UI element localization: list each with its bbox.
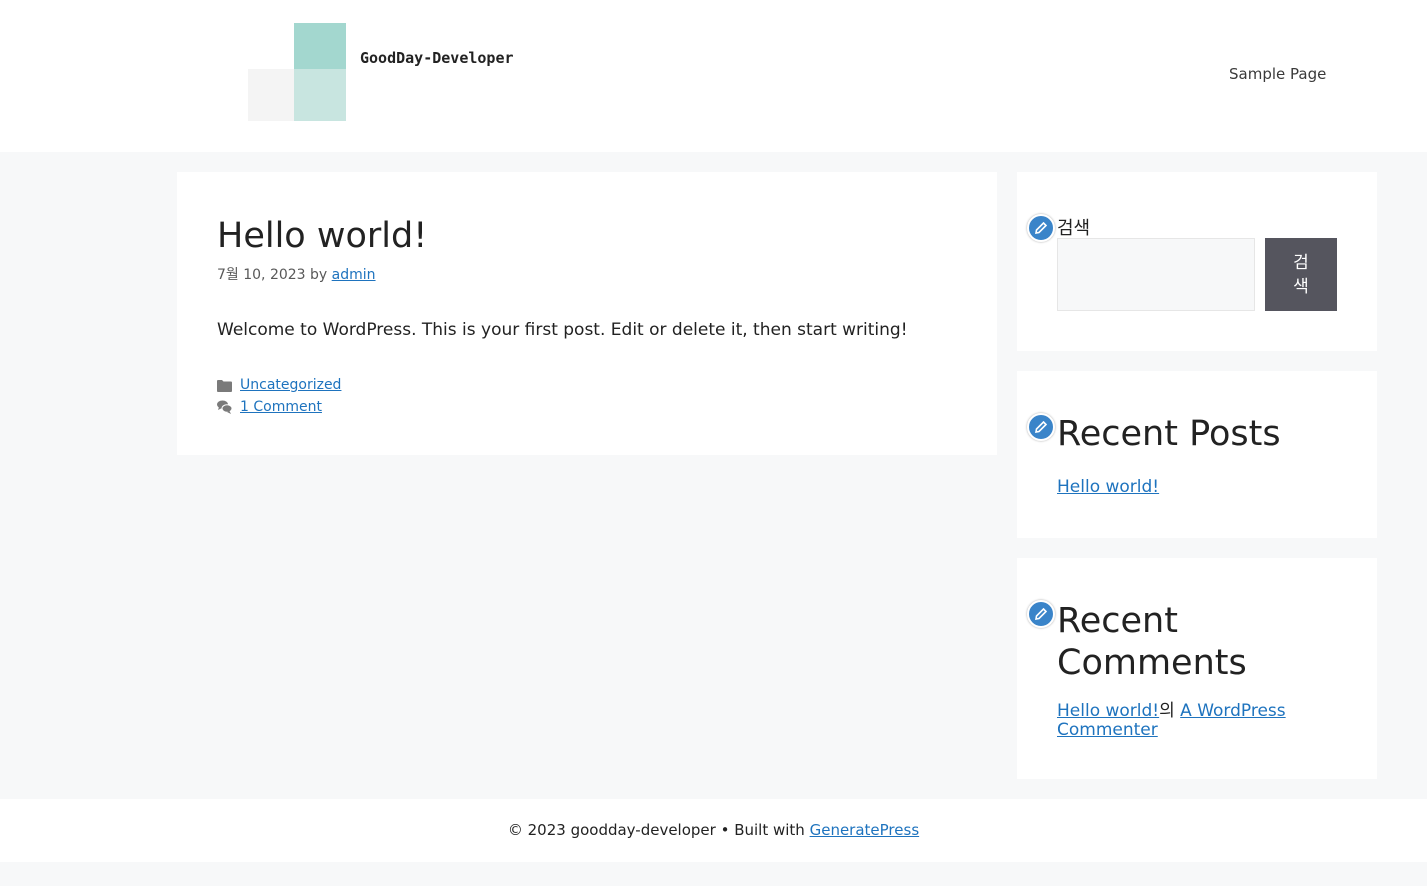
site-footer: © 2023 goodday-developer • Built with Ge… [0, 799, 1427, 862]
widget-edit-button-recent-posts[interactable] [1027, 413, 1055, 441]
widget-edit-button-search[interactable] [1027, 214, 1055, 242]
search-widget: 검색 검색 [1017, 172, 1377, 351]
logo-square-top-left [248, 23, 294, 69]
folder-icon [217, 379, 232, 392]
post-content: Welcome to WordPress. This is your first… [217, 320, 908, 340]
footer-copyright-text: © 2023 goodday-developer • Built with [507, 821, 805, 839]
nav-item-sample-page[interactable]: Sample Page [1229, 65, 1326, 83]
post-article: Hello world! 7월 10, 2023 by admin Welcom… [177, 172, 997, 455]
recent-comment-post-link[interactable]: Hello world! [1057, 701, 1159, 721]
search-button[interactable]: 검색 [1265, 238, 1337, 311]
recent-comment-connector: 의 [1159, 701, 1175, 721]
pencil-icon [1035, 421, 1047, 433]
post-title[interactable]: Hello world! [217, 212, 427, 260]
recent-comment-item: Hello world!의 A WordPress Commenter [1057, 702, 1337, 740]
comments-icon [217, 400, 232, 414]
pencil-icon [1035, 222, 1047, 234]
post-category-link[interactable]: Uncategorized [240, 377, 341, 393]
site-title[interactable]: GoodDay-Developer [360, 49, 514, 67]
site-header: GoodDay-Developer Sample Page [0, 0, 1427, 152]
post-author-link[interactable]: admin [332, 267, 376, 283]
search-label: 검색 [1057, 218, 1091, 239]
footer-copyright: © 2023 goodday-developer • Built with Ge… [0, 821, 1427, 839]
recent-comments-title: Recent Comments [1057, 601, 1247, 683]
recent-posts-widget: Recent Posts Hello world! [1017, 371, 1377, 538]
post-date[interactable]: 7월 10, 2023 [217, 267, 306, 283]
widget-edit-button-recent-comments[interactable] [1027, 600, 1055, 628]
footer-generatepress-link[interactable]: GeneratePress [810, 821, 920, 839]
recent-posts-title: Recent Posts [1057, 414, 1281, 454]
recent-comments-widget: Recent Comments Hello world!의 A WordPres… [1017, 558, 1377, 779]
logo-square-bottom-right [294, 69, 346, 121]
post-footer-meta: Uncategorized 1 Comment [217, 374, 341, 418]
post-meta: 7월 10, 2023 by admin [217, 264, 376, 284]
site-logo[interactable] [248, 23, 346, 121]
pencil-icon [1035, 608, 1047, 620]
logo-square-bottom-left [248, 69, 294, 121]
post-by-label: by [310, 267, 328, 283]
search-input[interactable] [1057, 238, 1255, 311]
recent-post-link[interactable]: Hello world! [1057, 477, 1159, 497]
post-comments-line: 1 Comment [217, 396, 341, 418]
post-category-line: Uncategorized [217, 374, 341, 396]
post-comments-link[interactable]: 1 Comment [240, 399, 322, 415]
logo-square-top-right [294, 23, 346, 69]
